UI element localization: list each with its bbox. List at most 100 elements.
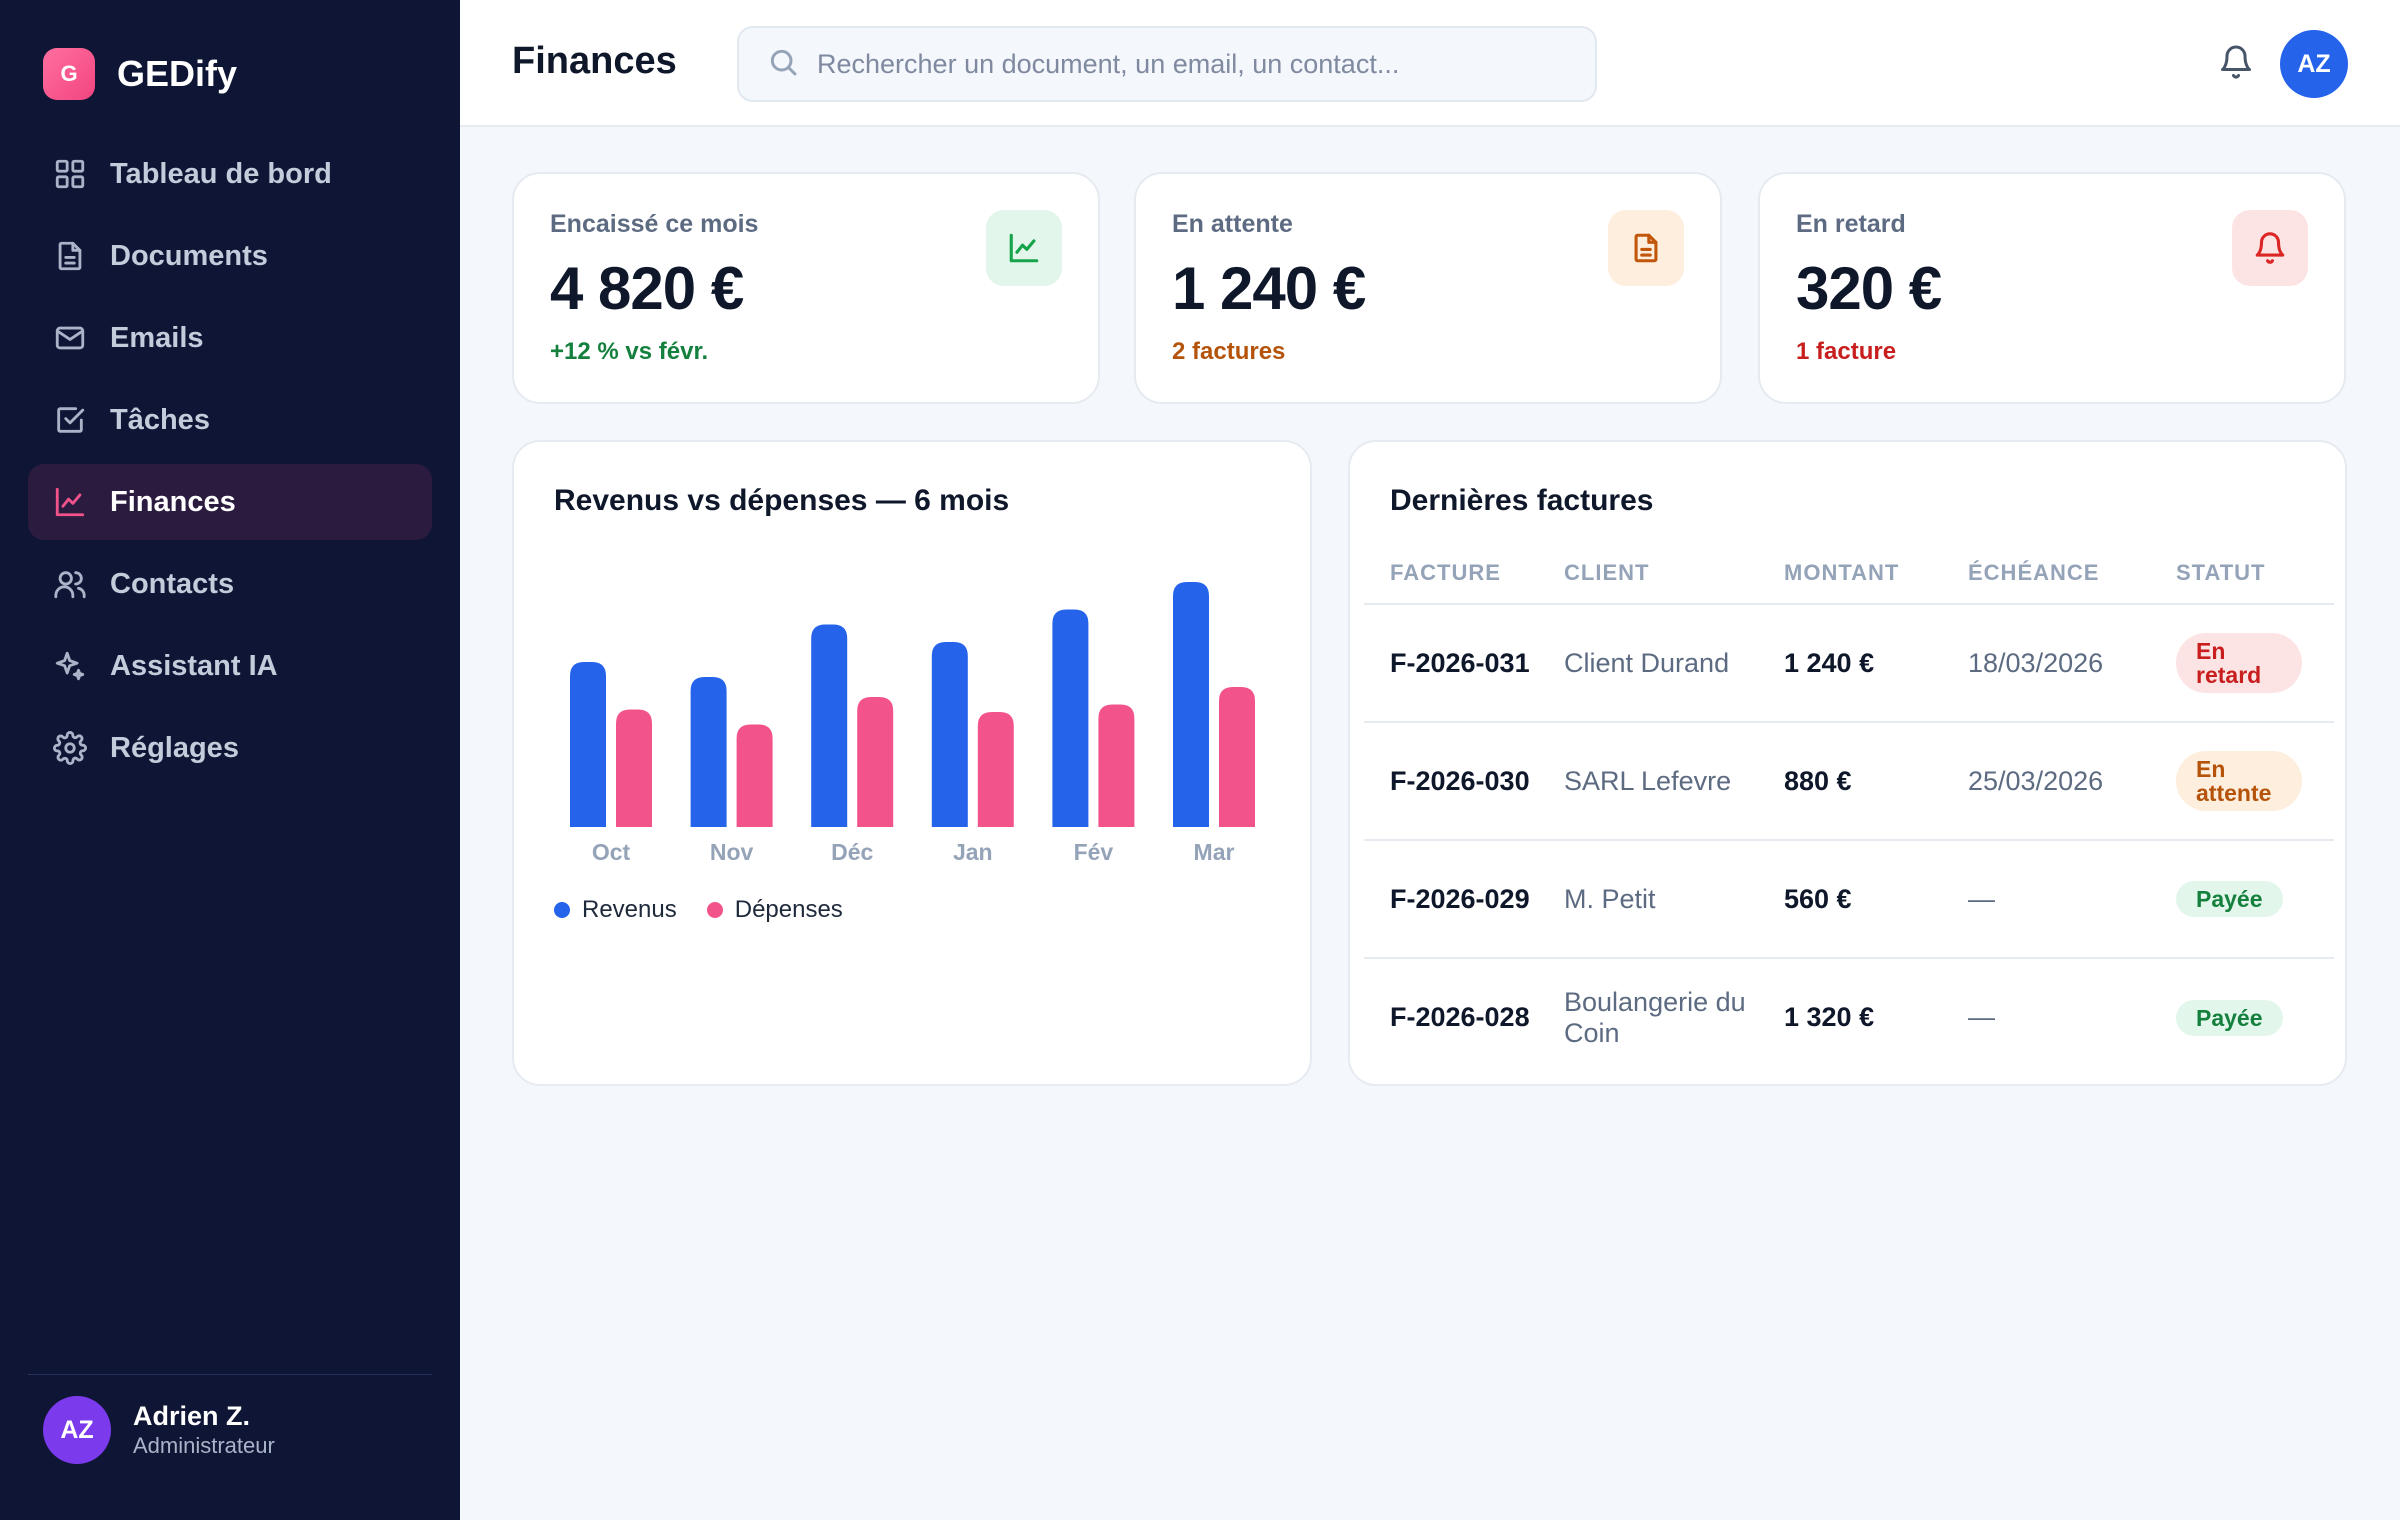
sidebar-item-taches[interactable]: Tâches: [28, 382, 432, 458]
status-badge: Payée: [2176, 881, 2283, 917]
invoice-id: F-2026-030: [1364, 722, 1538, 841]
legend-dot: [706, 902, 723, 918]
stat-note: 1 facture: [1796, 338, 1897, 365]
bell-icon: [2218, 44, 2254, 85]
column-header-echeance[interactable]: ÉCHÉANCE: [1942, 542, 2150, 605]
brand[interactable]: G GEDify: [43, 48, 237, 100]
page-title: Finances: [512, 40, 677, 82]
invoice-due-date: 25/03/2026: [1942, 722, 2150, 841]
table-header-row: FACTURE CLIENT MONTANT ÉCHÉANCE STATUT: [1364, 542, 2334, 605]
column-header-client[interactable]: CLIENT: [1538, 542, 1758, 605]
legend-label: Revenus: [582, 896, 677, 923]
bar-dépenses-2[interactable]: [857, 697, 894, 827]
user-role: Administrateur: [133, 1433, 275, 1458]
sidebar-item-label: Réglages: [110, 731, 239, 764]
search-input[interactable]: [817, 48, 1577, 80]
chart-line-icon: [52, 484, 88, 520]
column-header-statut[interactable]: STATUT: [2150, 542, 2334, 605]
x-tick-label: Mar: [1194, 839, 1235, 865]
sidebar-item-reglages[interactable]: Réglages: [28, 710, 432, 786]
invoices-card: Dernières factures FACTURE CLIENT MONTAN…: [1348, 440, 2347, 1086]
sidebar-item-label: Assistant IA: [110, 649, 278, 682]
stat-card-en-attente: En attente 1 240 € 2 factures: [1134, 172, 1722, 404]
invoice-client: Boulangerie du Coin: [1564, 986, 1746, 1048]
sidebar-item-contacts[interactable]: Contacts: [28, 546, 432, 622]
brand-logo: G: [43, 48, 95, 100]
bar-revenus-1[interactable]: [690, 677, 727, 827]
table-row[interactable]: F-2026-031 Client Durand 1 240 € 18/03/2…: [1364, 604, 2334, 723]
user-profile[interactable]: AZ Adrien Z. Administrateur: [43, 1396, 275, 1464]
invoice-client: Client Durand: [1538, 604, 1758, 723]
bar-dépenses-4[interactable]: [1098, 704, 1135, 828]
bar-dépenses-5[interactable]: [1219, 687, 1255, 827]
table-row[interactable]: F-2026-030 SARL Lefevre 880 € 25/03/2026…: [1364, 722, 2334, 841]
header-avatar[interactable]: AZ: [2280, 30, 2348, 98]
legend-item-revenus: Revenus: [554, 896, 677, 924]
invoice-due-date: —: [1942, 840, 2150, 959]
invoice-client: SARL Lefevre: [1538, 722, 1758, 841]
bar-revenus-3[interactable]: [931, 642, 968, 827]
sidebar-item-assistant-ia[interactable]: Assistant IA: [28, 628, 432, 704]
invoices-table: FACTURE CLIENT MONTANT ÉCHÉANCE STATUT F…: [1364, 542, 2334, 1076]
sidebar-item-finances[interactable]: Finances: [28, 464, 432, 540]
invoice-amount: 560 €: [1758, 840, 1942, 959]
invoice-id: F-2026-028: [1390, 1002, 1530, 1032]
sidebar-item-label: Emails: [110, 321, 204, 354]
mail-icon: [52, 320, 88, 356]
invoice-id: F-2026-031: [1364, 604, 1538, 723]
sidebar-item-tableau-de-bord[interactable]: Tableau de bord: [28, 136, 432, 212]
stat-value: 1 240 €: [1172, 255, 1366, 322]
bar-dépenses-1[interactable]: [736, 724, 773, 828]
stat-value: 4 820 €: [550, 255, 744, 322]
user-avatar: AZ: [43, 1396, 111, 1464]
bar-revenus-4[interactable]: [1052, 609, 1089, 828]
brand-name: GEDify: [117, 53, 238, 94]
stat-value: 320 €: [1796, 255, 1942, 322]
sidebar-divider: [28, 1374, 432, 1375]
invoice-status-cell: En retard: [2150, 604, 2334, 723]
bar-revenus-2[interactable]: [811, 624, 848, 828]
sidebar-item-emails[interactable]: Emails: [28, 300, 432, 376]
column-header-facture[interactable]: FACTURE: [1364, 542, 1538, 605]
gear-icon: [52, 730, 88, 766]
revenue-chart-card: Revenus vs dépenses — 6 mois Oct Nov Déc Ja…: [512, 440, 1312, 1086]
stat-card-encaisse: Encaissé ce mois 4 820 € +12 % vs févr.: [512, 172, 1100, 404]
invoice-id: F-2026-029: [1364, 840, 1538, 959]
bar-revenus-0[interactable]: [570, 662, 606, 827]
document-icon: [1608, 210, 1684, 286]
table-row[interactable]: F-2026-029 M. Petit 560 € — Payée: [1364, 840, 2334, 959]
stat-label: Encaissé ce mois: [550, 210, 759, 238]
invoice-amount: 880 €: [1758, 722, 1942, 841]
search-bar[interactable]: [737, 26, 1597, 102]
sparkle-icon: [52, 648, 88, 684]
x-tick-label: Jan: [953, 839, 993, 865]
invoice-status-cell: Payée: [2150, 840, 2334, 959]
invoices-title: Dernières factures: [1390, 484, 1654, 517]
bar-dépenses-0[interactable]: [616, 709, 652, 828]
sidebar-item-label: Tâches: [110, 403, 210, 436]
legend-label: Dépenses: [734, 896, 843, 923]
checkbox-icon: [52, 402, 88, 438]
grid-icon: [52, 156, 88, 192]
x-tick-label: Fév: [1074, 839, 1114, 865]
bar-revenus-5[interactable]: [1173, 582, 1209, 827]
stat-label: En attente: [1172, 210, 1293, 238]
status-badge: Payée: [2176, 999, 2283, 1036]
column-header-montant[interactable]: MONTANT: [1758, 542, 1942, 605]
stat-card-en-retard: En retard 320 € 1 facture: [1758, 172, 2346, 404]
x-tick-label: Nov: [710, 839, 754, 865]
search-icon: [767, 46, 799, 83]
legend-item-depenses: Dépenses: [706, 896, 843, 924]
table-row[interactable]: F-2026-028 Boulangerie du Coin 1 320 € —…: [1364, 958, 2334, 1076]
notifications-button[interactable]: [2212, 40, 2260, 88]
invoice-amount: 1 320 €: [1784, 1002, 1875, 1032]
sidebar-item-label: Contacts: [110, 567, 235, 600]
sidebar-item-documents[interactable]: Documents: [28, 218, 432, 294]
invoice-amount: 1 240 €: [1758, 604, 1942, 723]
stat-note: 2 factures: [1172, 338, 1286, 365]
bell-icon: [2232, 210, 2308, 286]
chart-legend: Revenus Dépenses: [554, 896, 873, 924]
invoice-due-date: —: [1968, 1002, 1995, 1032]
bar-dépenses-3[interactable]: [977, 712, 1014, 827]
legend-dot: [554, 902, 570, 918]
